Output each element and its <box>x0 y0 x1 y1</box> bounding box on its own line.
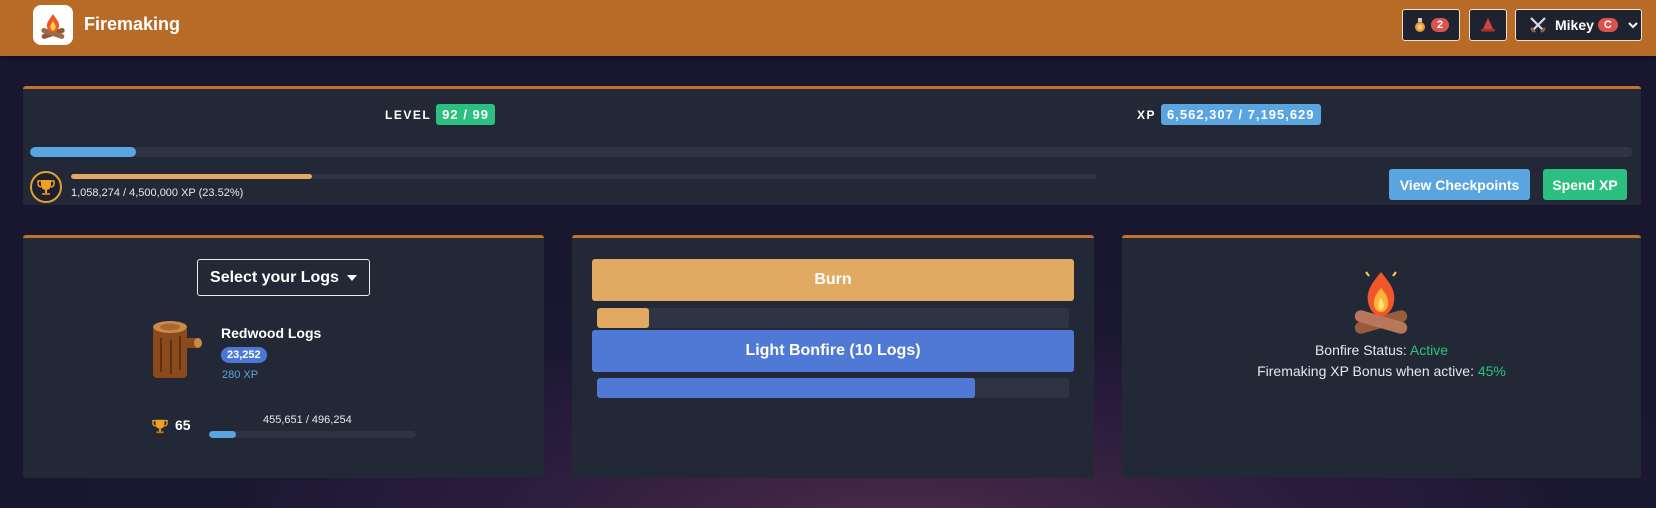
bonfire-bonus-value: 45% <box>1477 363 1506 379</box>
page-title: Firemaking <box>84 14 181 34</box>
log-mastery-xp-text: 455,651 / 496,254 <box>263 414 352 426</box>
view-checkpoints-button[interactable]: View Checkpoints <box>1389 169 1530 200</box>
bonfire-status-value: Active <box>1409 342 1449 358</box>
log-xp-text: 280 XP <box>222 369 259 381</box>
wizard-hat-icon <box>1481 18 1495 32</box>
burn-progress-fill <box>597 308 649 328</box>
level-progress-fill <box>30 147 136 157</box>
mastery-progress-bar <box>71 174 1097 179</box>
level-badge: 92 / 99 <box>436 104 495 125</box>
bonfire-progress-bar <box>597 378 1069 398</box>
user-name: Mikey <box>1555 17 1594 33</box>
log-name: Redwood Logs <box>221 325 322 341</box>
log-mastery-progress-fill <box>209 431 236 438</box>
log-quantity-badge: 23,252 <box>221 347 267 363</box>
campfire-icon <box>41 14 65 39</box>
spend-xp-button[interactable]: Spend XP <box>1543 169 1627 200</box>
bonfire-status-line: Bonfire Status: Active <box>1122 342 1641 358</box>
burn-progress-bar <box>597 308 1069 328</box>
skill-progress-panel: LEVEL 92 / 99 XP 6,562,307 / 7,195,629 1… <box>23 86 1641 205</box>
bonfire-panel: Bonfire Status: Active Firemaking XP Bon… <box>1122 235 1641 478</box>
bonfire-progress-fill <box>597 378 975 398</box>
light-bonfire-button[interactable]: Light Bonfire (10 Logs) <box>592 330 1074 372</box>
wizard-hat-button[interactable] <box>1469 9 1507 41</box>
xp-label: XP <box>1137 107 1157 122</box>
log-mastery-level: 65 <box>175 417 191 433</box>
firemaking-app-icon[interactable] <box>33 5 73 45</box>
top-bar: Firemaking 2 Mikey C <box>0 0 1656 56</box>
xp-badge: 6,562,307 / 7,195,629 <box>1161 104 1321 125</box>
notifications-button[interactable]: 2 <box>1402 9 1460 41</box>
burn-button[interactable]: Burn <box>592 259 1074 301</box>
level-display: LEVEL 92 / 99 <box>385 104 495 125</box>
select-logs-dropdown[interactable]: Select your Logs <box>197 259 370 296</box>
crossed-swords-icon <box>1530 17 1546 33</box>
bonfire-bonus-line: Firemaking XP Bonus when active: 45% <box>1122 363 1641 379</box>
select-logs-label: Select your Logs <box>210 268 339 286</box>
log-mastery-progress-bar <box>209 431 416 438</box>
potion-icon <box>1414 18 1425 32</box>
logs-panel: Select your Logs Redwood Logs 23,252 280… <box>23 235 544 478</box>
mastery-trophy-icon <box>30 171 62 203</box>
bonfire-status-label: Bonfire Status: <box>1314 342 1407 358</box>
chevron-down-icon <box>1628 22 1638 29</box>
xp-display: XP 6,562,307 / 7,195,629 <box>1137 104 1321 125</box>
level-label: LEVEL <box>385 107 432 122</box>
mastery-xp-text: 1,058,274 / 4,500,000 XP (23.52%) <box>71 187 244 199</box>
mastery-progress-fill <box>71 174 313 179</box>
notifications-count-badge: 2 <box>1430 18 1450 32</box>
level-progress-bar <box>30 147 1633 157</box>
trophy-icon <box>152 419 168 434</box>
actions-panel: Burn Light Bonfire (10 Logs) <box>572 235 1094 478</box>
caret-down-icon <box>346 274 357 281</box>
redwood-log-icon <box>153 321 202 378</box>
trophy-icon <box>37 180 55 195</box>
bonfire-bonus-label: Firemaking XP Bonus when active: <box>1257 363 1474 379</box>
bonfire-icon <box>1354 271 1408 334</box>
user-menu-button[interactable]: Mikey C <box>1515 9 1642 41</box>
user-badge: C <box>1597 18 1618 32</box>
